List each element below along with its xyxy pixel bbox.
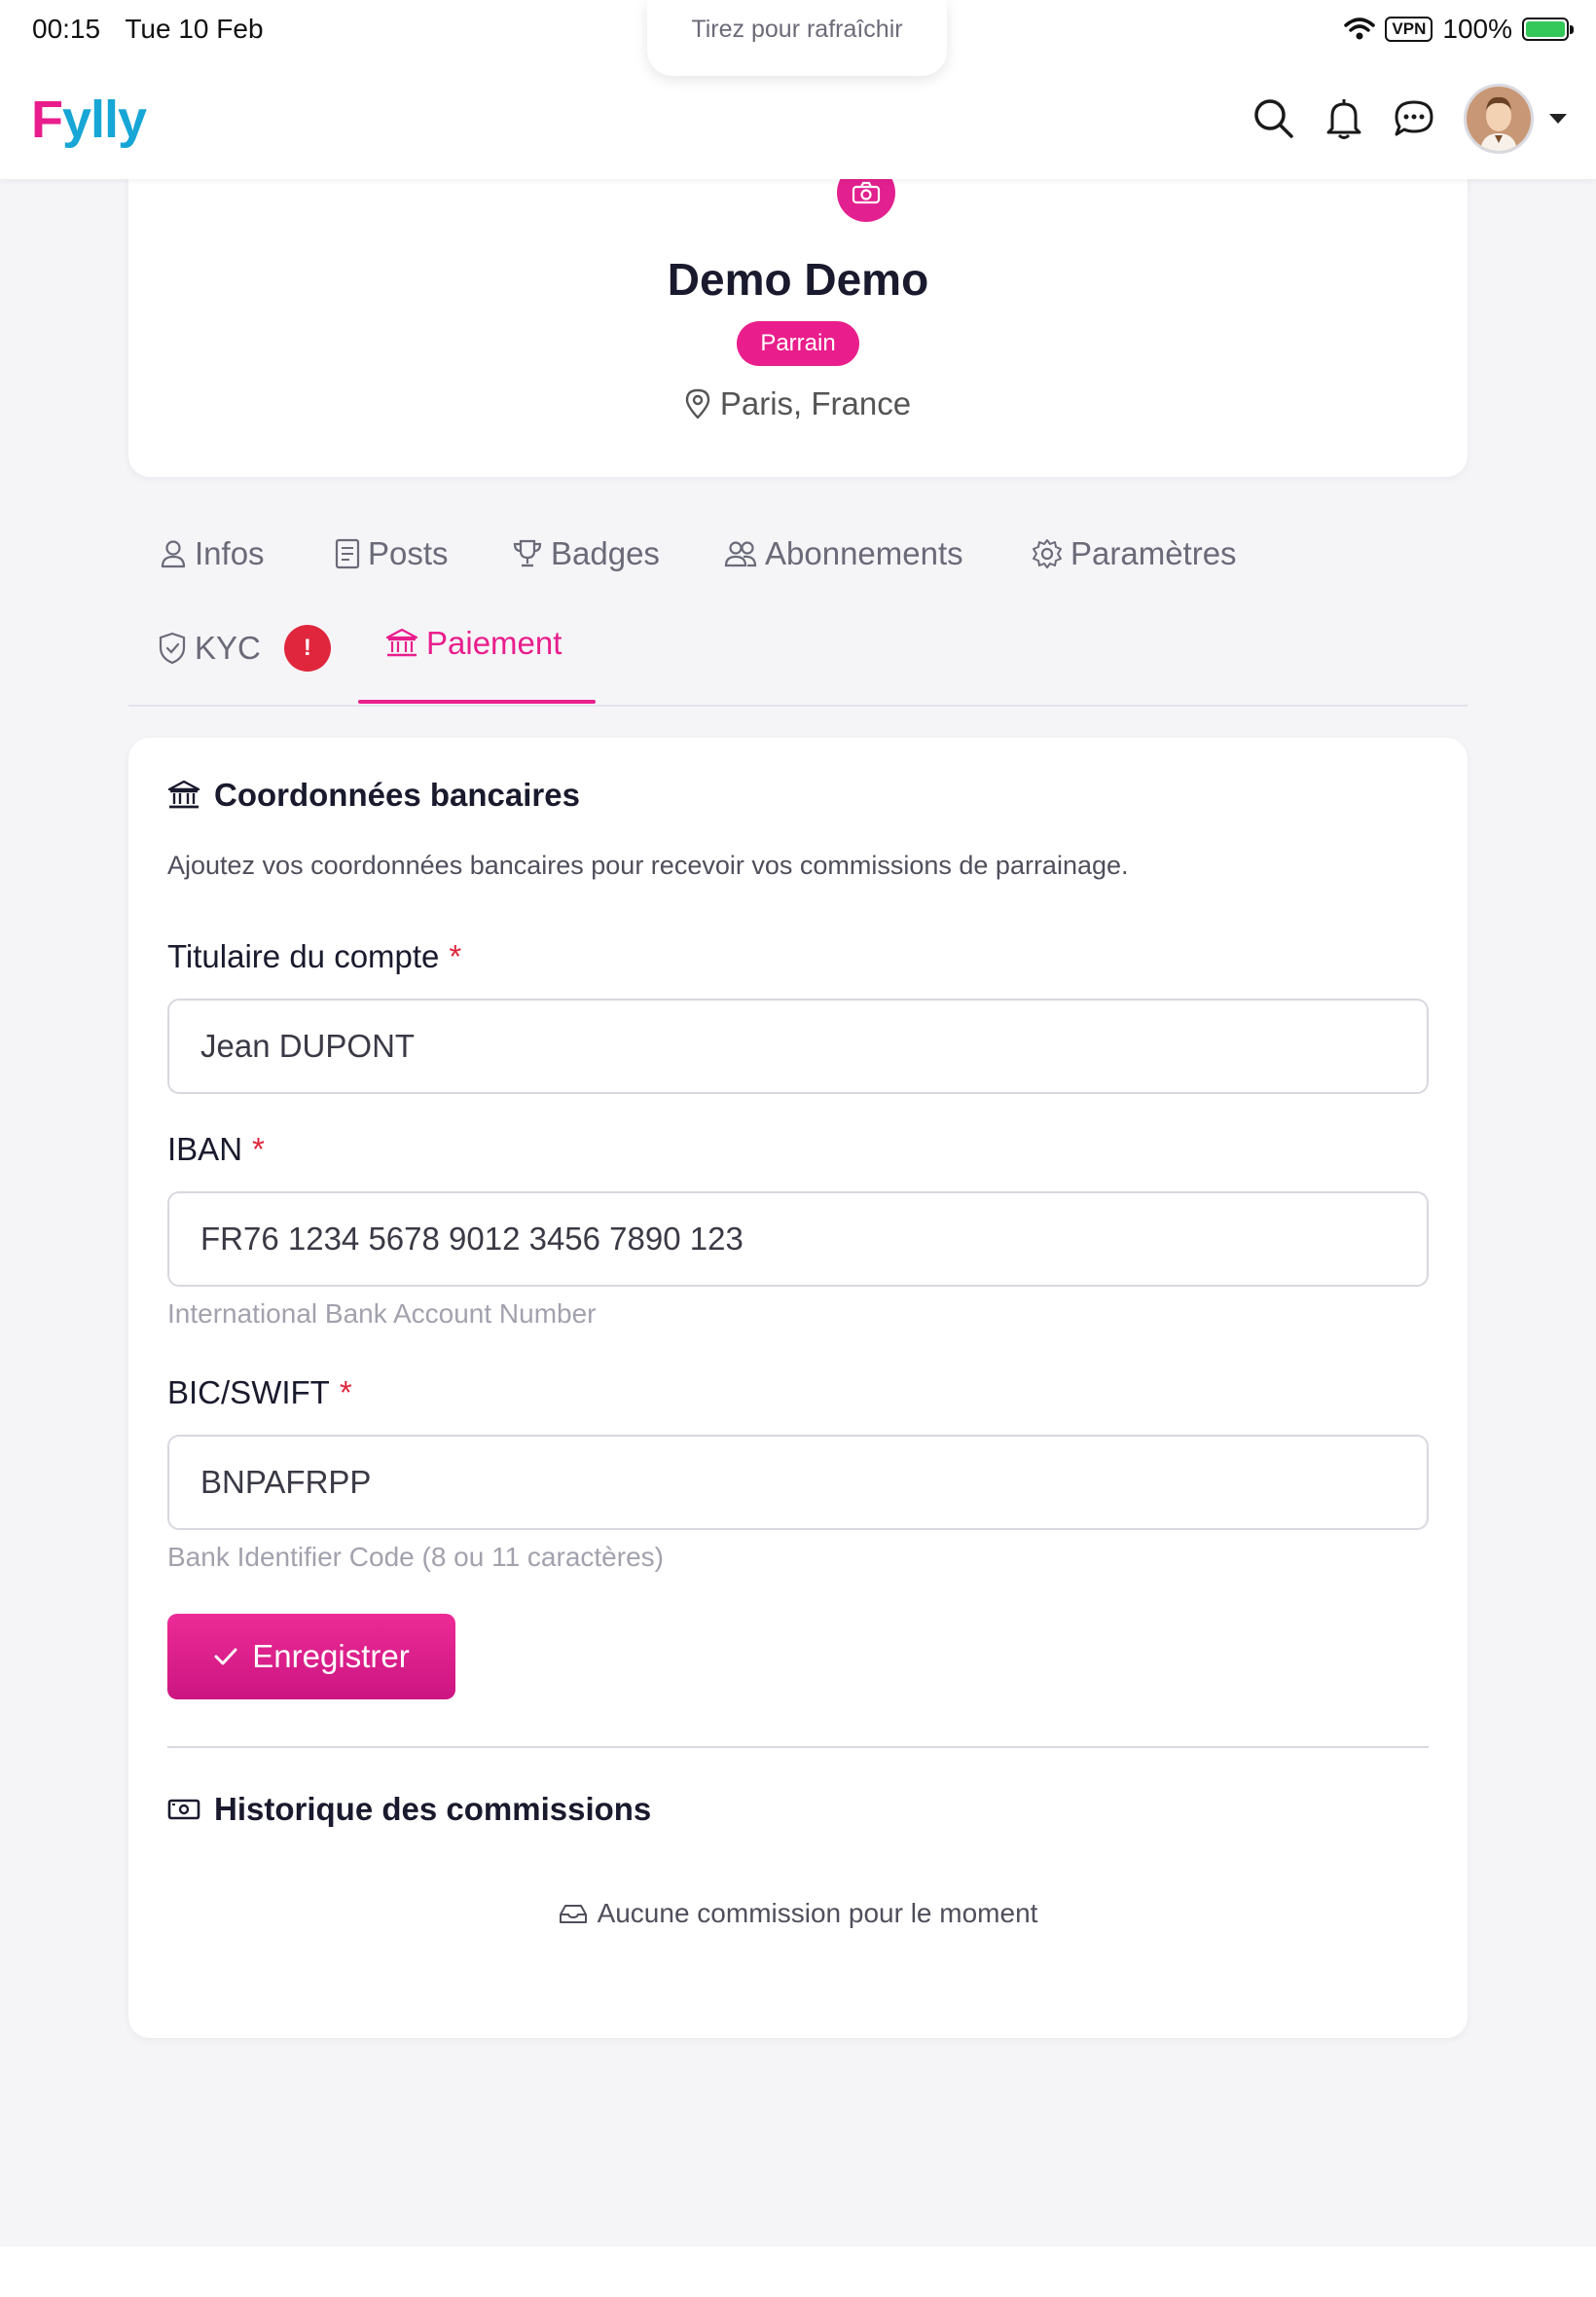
tab-abonnements[interactable]: Abonnements xyxy=(724,535,963,572)
tab-label: Infos xyxy=(195,535,265,571)
header-actions xyxy=(1226,84,1567,154)
tab-posts[interactable]: Posts xyxy=(335,535,449,572)
bic-input[interactable] xyxy=(167,1435,1429,1530)
check-icon xyxy=(214,1648,237,1665)
search-icon xyxy=(1254,99,1293,138)
status-indicators: VPN 100% xyxy=(1344,14,1574,45)
search-button[interactable] xyxy=(1251,96,1296,141)
label-text: BIC/SWIFT xyxy=(167,1374,330,1410)
profile-tabs: Infos Posts Badges Abonnements Paramètre… xyxy=(128,516,1468,707)
vpn-indicator: VPN xyxy=(1385,17,1433,42)
save-button[interactable]: Enregistrer xyxy=(167,1614,455,1699)
bank-details-description: Ajoutez vos coordonnées bancaires pour r… xyxy=(167,851,1129,880)
logo-letter: F xyxy=(31,91,63,149)
camera-icon xyxy=(852,181,881,204)
active-tab-indicator xyxy=(358,700,596,704)
status-date: Tue 10 Feb xyxy=(125,14,264,44)
label-text: Titulaire du compte xyxy=(167,938,440,974)
commission-history-title: Historique des commissions xyxy=(167,1791,651,1828)
tab-label: Paramètres xyxy=(1070,535,1237,571)
battery-icon xyxy=(1522,18,1574,41)
tab-badges[interactable]: Badges xyxy=(512,535,660,572)
bank-icon xyxy=(385,628,418,657)
kyc-alert-badge: ! xyxy=(283,625,331,672)
user-icon xyxy=(161,540,186,568)
empty-message-text: Aucune commission pour le moment xyxy=(597,1898,1038,1928)
status-time-date: 00:15 Tue 10 Feb xyxy=(32,14,281,45)
tab-paiement[interactable]: Paiement xyxy=(385,625,562,662)
bank-details-title: Coordonnées bancaires xyxy=(167,777,580,814)
location-text: Paris, France xyxy=(719,385,912,421)
tab-label: Abonnements xyxy=(765,535,963,571)
bic-help-text: Bank Identifier Code (8 ou 11 caractères… xyxy=(167,1542,664,1572)
iban-label: IBAN * xyxy=(167,1131,265,1168)
avatar xyxy=(1467,87,1531,151)
account-menu-caret[interactable] xyxy=(1549,114,1567,124)
messages-button[interactable] xyxy=(1392,96,1436,141)
iban-input[interactable] xyxy=(167,1191,1429,1287)
required-marker: * xyxy=(339,1374,352,1410)
section-divider xyxy=(167,1746,1429,1748)
save-button-label: Enregistrer xyxy=(252,1638,410,1674)
logo-text: ylly xyxy=(62,91,147,149)
document-icon xyxy=(335,538,360,569)
cash-icon xyxy=(167,1799,200,1820)
pull-to-refresh-indicator: Tirez pour rafraîchir xyxy=(647,0,947,76)
tab-label: Paiement xyxy=(426,625,562,661)
chat-bubble-icon xyxy=(1395,100,1433,136)
section-title-text: Coordonnées bancaires xyxy=(214,777,580,813)
wifi-icon xyxy=(1344,18,1376,40)
app-header: Fylly xyxy=(0,62,1596,179)
payment-card: Coordonnées bancaires Ajoutez vos coordo… xyxy=(128,738,1468,2038)
gear-icon xyxy=(1033,539,1062,568)
users-icon xyxy=(724,541,757,567)
required-marker: * xyxy=(252,1131,265,1167)
user-avatar-button[interactable] xyxy=(1464,84,1534,154)
tab-label: Badges xyxy=(551,535,660,571)
bottom-safe-area xyxy=(0,2246,1596,2297)
map-pin-icon xyxy=(685,388,710,419)
battery-percent: 100% xyxy=(1442,14,1512,44)
bell-icon xyxy=(1326,99,1361,139)
account-holder-input[interactable] xyxy=(167,999,1429,1094)
shield-check-icon xyxy=(159,632,186,665)
profile-location: Paris, France xyxy=(128,385,1468,422)
tab-parametres[interactable]: Paramètres xyxy=(1032,535,1237,572)
empty-commissions-message: Aucune commission pour le moment xyxy=(128,1898,1468,1929)
profile-name: Demo Demo xyxy=(667,254,929,305)
account-holder-label: Titulaire du compte * xyxy=(167,938,461,975)
tab-infos[interactable]: Infos xyxy=(160,535,265,572)
bic-label: BIC/SWIFT * xyxy=(167,1374,352,1411)
status-time: 00:15 xyxy=(32,14,101,44)
iban-help-text: International Bank Account Number xyxy=(167,1298,597,1329)
tab-kyc[interactable]: KYC ! xyxy=(158,625,331,672)
fylly-logo[interactable]: Fylly xyxy=(31,90,147,150)
notifications-button[interactable] xyxy=(1322,96,1366,141)
profile-card: Demo Demo Parrain Paris, France xyxy=(128,88,1468,477)
inbox-icon xyxy=(559,1905,587,1923)
tab-label: Posts xyxy=(368,535,449,571)
trophy-icon xyxy=(513,539,542,567)
section-title-text: Historique des commissions xyxy=(214,1791,652,1827)
bank-icon xyxy=(167,780,200,809)
tab-label: KYC xyxy=(195,630,261,666)
required-marker: * xyxy=(449,938,462,974)
role-badge: Parrain xyxy=(737,321,859,366)
label-text: IBAN xyxy=(167,1131,243,1167)
